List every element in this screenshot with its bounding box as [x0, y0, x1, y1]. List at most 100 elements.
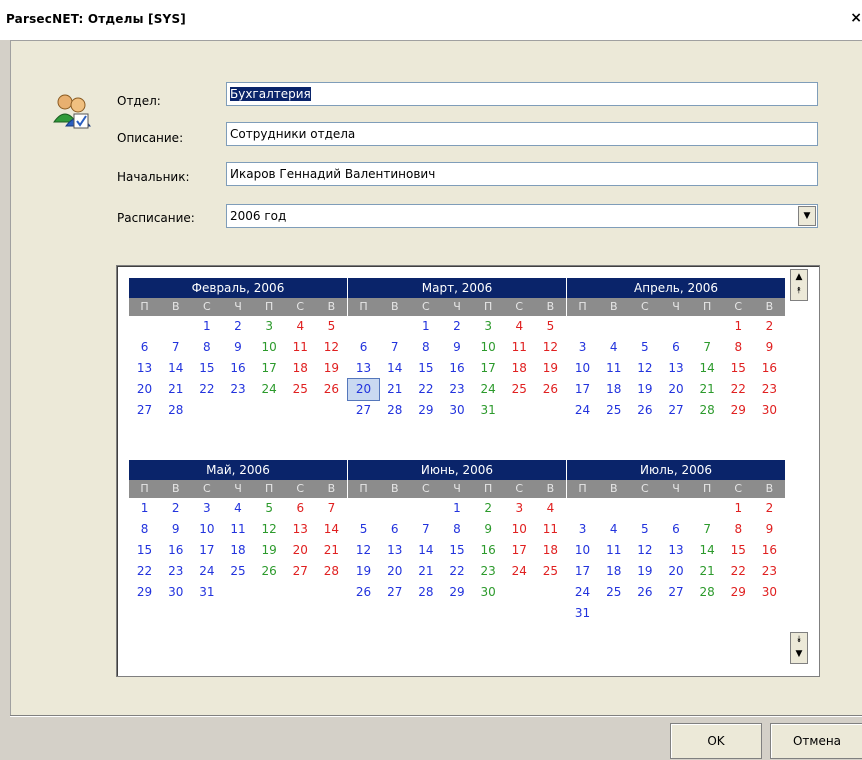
day-cell[interactable]: 19 — [629, 561, 660, 582]
day-cell[interactable]: 11 — [222, 519, 253, 540]
day-cell[interactable]: 29 — [723, 400, 754, 421]
day-cell[interactable]: 9 — [441, 337, 472, 358]
day-cell[interactable]: 9 — [473, 519, 504, 540]
day-cell[interactable]: 5 — [629, 337, 660, 358]
day-cell[interactable]: 13 — [285, 519, 316, 540]
day-cell[interactable]: 6 — [660, 519, 691, 540]
day-cell[interactable]: 6 — [129, 337, 160, 358]
day-cell[interactable]: 1 — [191, 316, 222, 337]
day-cell[interactable]: 12 — [254, 519, 285, 540]
day-cell[interactable]: 29 — [723, 582, 754, 603]
day-cell[interactable]: 20 — [660, 561, 691, 582]
day-cell[interactable]: 18 — [535, 540, 566, 561]
day-cell[interactable]: 5 — [316, 316, 347, 337]
day-cell[interactable]: 24 — [254, 379, 285, 400]
day-cell[interactable]: 21 — [410, 561, 441, 582]
day-cell[interactable]: 19 — [629, 379, 660, 400]
day-cell[interactable]: 30 — [754, 582, 785, 603]
day-cell[interactable]: 23 — [754, 561, 785, 582]
day-cell[interactable]: 14 — [160, 358, 191, 379]
close-icon[interactable]: × — [850, 10, 862, 26]
day-cell[interactable]: 18 — [598, 561, 629, 582]
day-cell[interactable]: 21 — [692, 379, 723, 400]
day-cell[interactable]: 28 — [410, 582, 441, 603]
day-cell[interactable]: 7 — [692, 519, 723, 540]
day-cell[interactable]: 3 — [567, 337, 598, 358]
day-cell[interactable]: 30 — [473, 582, 504, 603]
day-cell[interactable]: 27 — [348, 400, 379, 421]
day-cell[interactable]: 25 — [504, 379, 535, 400]
day-cell[interactable]: 3 — [191, 498, 222, 519]
day-cell[interactable]: 23 — [473, 561, 504, 582]
day-cell[interactable]: 14 — [692, 358, 723, 379]
day-cell[interactable]: 8 — [410, 337, 441, 358]
day-cell[interactable]: 15 — [723, 540, 754, 561]
day-cell[interactable]: 29 — [410, 400, 441, 421]
day-cell[interactable]: 28 — [160, 400, 191, 421]
day-cell[interactable]: 28 — [692, 582, 723, 603]
day-cell[interactable]: 15 — [191, 358, 222, 379]
day-cell[interactable]: 20 — [346, 378, 381, 401]
day-cell[interactable]: 11 — [598, 540, 629, 561]
day-cell[interactable]: 19 — [348, 561, 379, 582]
day-cell[interactable]: 13 — [379, 540, 410, 561]
day-cell[interactable]: 7 — [316, 498, 347, 519]
day-cell[interactable]: 18 — [504, 358, 535, 379]
dept-name-input[interactable]: Бухгалтерия — [226, 82, 818, 106]
day-cell[interactable]: 17 — [191, 540, 222, 561]
day-cell[interactable]: 8 — [723, 337, 754, 358]
day-cell[interactable]: 3 — [254, 316, 285, 337]
day-cell[interactable]: 18 — [222, 540, 253, 561]
chevron-down-icon[interactable]: ▼ — [798, 206, 816, 226]
day-cell[interactable]: 29 — [441, 582, 472, 603]
day-cell[interactable]: 4 — [504, 316, 535, 337]
day-cell[interactable]: 1 — [410, 316, 441, 337]
day-cell[interactable]: 9 — [754, 519, 785, 540]
day-cell[interactable]: 30 — [441, 400, 472, 421]
day-cell[interactable]: 13 — [348, 358, 379, 379]
day-cell[interactable]: 8 — [723, 519, 754, 540]
day-cell[interactable]: 7 — [410, 519, 441, 540]
day-cell[interactable]: 15 — [723, 358, 754, 379]
day-cell[interactable]: 25 — [285, 379, 316, 400]
day-cell[interactable]: 1 — [129, 498, 160, 519]
day-cell[interactable]: 20 — [285, 540, 316, 561]
day-cell[interactable]: 31 — [191, 582, 222, 603]
day-cell[interactable]: 6 — [348, 337, 379, 358]
day-cell[interactable]: 7 — [379, 337, 410, 358]
day-cell[interactable]: 22 — [410, 379, 441, 400]
day-cell[interactable]: 16 — [222, 358, 253, 379]
day-cell[interactable]: 23 — [754, 379, 785, 400]
day-cell[interactable]: 12 — [629, 540, 660, 561]
day-cell[interactable]: 24 — [191, 561, 222, 582]
day-cell[interactable]: 11 — [285, 337, 316, 358]
day-cell[interactable]: 2 — [473, 498, 504, 519]
day-cell[interactable]: 2 — [222, 316, 253, 337]
day-cell[interactable]: 20 — [660, 379, 691, 400]
day-cell[interactable]: 22 — [129, 561, 160, 582]
day-cell[interactable]: 26 — [316, 379, 347, 400]
day-cell[interactable]: 23 — [222, 379, 253, 400]
day-cell[interactable]: 14 — [316, 519, 347, 540]
day-cell[interactable]: 11 — [535, 519, 566, 540]
head-input[interactable]: Икаров Геннадий Валентинович — [226, 162, 818, 186]
day-cell[interactable]: 13 — [129, 358, 160, 379]
day-cell[interactable]: 10 — [191, 519, 222, 540]
day-cell[interactable]: 17 — [504, 540, 535, 561]
day-cell[interactable]: 9 — [160, 519, 191, 540]
day-cell[interactable]: 17 — [473, 358, 504, 379]
scroll-up-button[interactable]: ▲ ⯭ — [790, 269, 808, 301]
day-cell[interactable]: 24 — [504, 561, 535, 582]
day-cell[interactable]: 4 — [598, 337, 629, 358]
day-cell[interactable]: 5 — [629, 519, 660, 540]
day-cell[interactable]: 13 — [660, 540, 691, 561]
day-cell[interactable]: 12 — [316, 337, 347, 358]
day-cell[interactable]: 12 — [629, 358, 660, 379]
day-cell[interactable]: 27 — [379, 582, 410, 603]
day-cell[interactable]: 31 — [567, 603, 598, 624]
day-cell[interactable]: 10 — [567, 540, 598, 561]
day-cell[interactable]: 22 — [191, 379, 222, 400]
day-cell[interactable]: 10 — [567, 358, 598, 379]
day-cell[interactable]: 17 — [567, 561, 598, 582]
description-input[interactable]: Сотрудники отдела — [226, 122, 818, 146]
